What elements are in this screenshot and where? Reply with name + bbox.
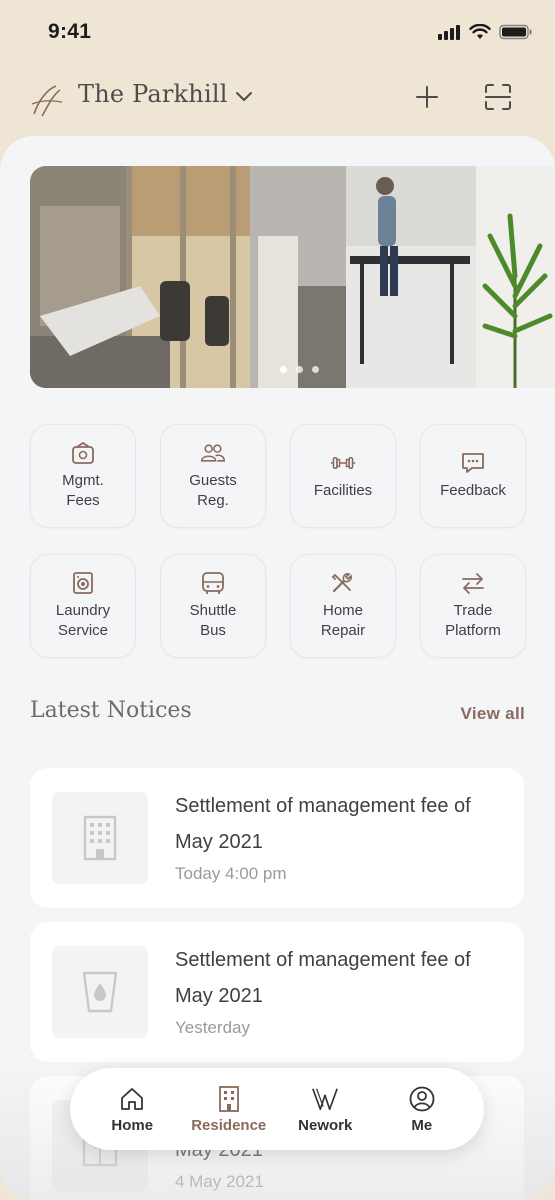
shuttle-bus-button[interactable]: Shuttle Bus: [160, 554, 266, 658]
laundry-service-button[interactable]: Laundry Service: [30, 554, 136, 658]
carousel-dot[interactable]: [280, 366, 287, 373]
home-repair-button[interactable]: Home Repair: [290, 554, 396, 658]
carousel-dot[interactable]: [312, 366, 319, 373]
notice-title: Settlement of management fee of May 2021: [175, 795, 471, 853]
chevron-down-icon[interactable]: [234, 90, 254, 104]
quick-action-label: Mgmt. Fees: [62, 472, 104, 509]
tab-residence[interactable]: Residence: [184, 1085, 274, 1134]
tab-home[interactable]: Home: [87, 1085, 177, 1134]
guests-icon: [200, 441, 226, 465]
quick-actions-grid: Mgmt. Fees Guests Reg. Facilities Feedba…: [30, 424, 526, 658]
status-icons: [437, 24, 533, 40]
status-time: 9:41: [48, 20, 92, 43]
wallet-icon: [70, 441, 96, 465]
tab-label: Me: [411, 1116, 433, 1134]
app-header: The Parkhill: [0, 66, 555, 136]
tab-label: Nework: [298, 1116, 353, 1134]
section-title: Latest Notices: [30, 698, 192, 723]
trade-platform-button[interactable]: Trade Platform: [420, 554, 526, 658]
quick-action-label: Laundry Service: [55, 602, 111, 639]
residence-icon: [215, 1085, 243, 1113]
facilities-button[interactable]: Facilities: [290, 424, 396, 528]
notice-card[interactable]: Settlement of management fee of May 2021…: [30, 922, 524, 1062]
tab-label: Residence: [191, 1116, 267, 1134]
building-icon: [83, 815, 117, 861]
app-screen: 9:41 The Parkhill Mgmt. Fees Guests Reg.…: [0, 0, 555, 1200]
quick-action-label: Trade Platform: [445, 602, 501, 639]
tab-network[interactable]: Nework: [280, 1085, 370, 1134]
banner-carousel[interactable]: [30, 166, 555, 388]
chat-icon: [460, 451, 486, 475]
notice-thumbnail: [52, 792, 148, 884]
notice-time: 4 May 2021: [175, 1172, 264, 1191]
property-selector[interactable]: The Parkhill: [78, 80, 228, 108]
status-bar: 9:41: [0, 0, 555, 66]
tab-me[interactable]: Me: [377, 1085, 467, 1134]
profile-icon: [408, 1085, 436, 1113]
bus-icon: [200, 571, 226, 595]
quick-action-label: Guests Reg.: [189, 472, 237, 509]
tab-label: Home: [111, 1116, 154, 1134]
notice-time: Yesterday: [175, 1018, 250, 1037]
carousel-dot[interactable]: [296, 366, 303, 373]
quick-action-label: Shuttle Bus: [189, 602, 237, 639]
feedback-button[interactable]: Feedback: [420, 424, 526, 528]
notice-thumbnail: [52, 946, 148, 1038]
battery-icon: [499, 24, 532, 40]
banner-image: [30, 166, 555, 388]
brand-logo-icon: [31, 85, 63, 117]
dumbbell-icon: [330, 451, 356, 475]
notice-title: Settlement of management fee of May 2021: [175, 949, 471, 1007]
scan-button[interactable]: [483, 82, 513, 112]
network-icon: [311, 1085, 339, 1113]
mgmt-fees-button[interactable]: Mgmt. Fees: [30, 424, 136, 528]
carousel-dots[interactable]: [280, 366, 319, 373]
wifi-icon: [469, 24, 491, 39]
quick-action-label: Facilities: [313, 482, 373, 499]
notice-time: Today 4:00 pm: [175, 864, 287, 883]
view-all-link[interactable]: View all: [461, 704, 525, 724]
guests-reg-button[interactable]: Guests Reg.: [160, 424, 266, 528]
washing-machine-icon: [70, 571, 96, 595]
bottom-tab-bar: Home Residence Nework Me: [70, 1068, 484, 1150]
quick-action-label: Home Repair: [320, 602, 366, 639]
home-icon: [118, 1085, 146, 1113]
signal-icon: [438, 25, 460, 40]
notice-card[interactable]: Settlement of management fee of May 2021…: [30, 768, 524, 908]
main-content: Mgmt. Fees Guests Reg. Facilities Feedba…: [0, 136, 555, 1200]
tools-icon: [330, 571, 356, 595]
add-button[interactable]: [412, 82, 442, 112]
quick-action-label: Feedback: [440, 482, 506, 499]
exchange-icon: [460, 571, 486, 595]
water-drop-icon: [82, 971, 118, 1013]
